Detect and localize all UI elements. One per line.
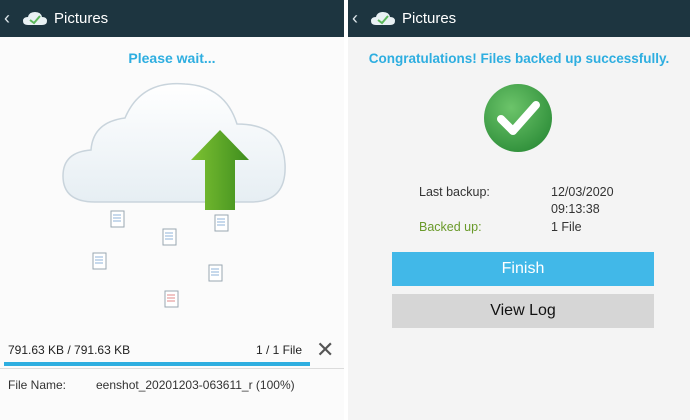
page-title: Pictures (54, 10, 109, 27)
success-heading: Congratulations! Files backed up success… (368, 51, 670, 66)
last-backup-label: Last backup: (419, 185, 490, 199)
cloud-logo-icon (23, 11, 47, 25)
back-chevron-icon[interactable]: ‹ (0, 0, 22, 37)
file-name-value: eenshot_20201203-063611_r (100%) (96, 378, 295, 392)
backed-up-label: Backed up: (419, 220, 482, 234)
last-backup-date: 12/03/2020 (551, 185, 614, 199)
progress-fill (4, 362, 310, 366)
titlebar: ‹ Pictures (0, 0, 344, 37)
finish-button[interactable]: Finish (392, 252, 654, 286)
transfer-status: 791.63 KB / 791.63 KB 1 / 1 File ✕ (0, 339, 344, 361)
file-icon (164, 290, 179, 308)
file-icon (214, 214, 229, 232)
file-icon (92, 252, 107, 270)
view-log-button[interactable]: View Log (392, 294, 654, 328)
success-check-icon (484, 84, 552, 152)
file-name-row: File Name: eenshot_20201203-063611_r (100… (8, 378, 295, 392)
file-name-label: File Name: (8, 378, 67, 392)
file-icon (208, 264, 223, 282)
backup-complete-panel: ‹ Pictures Congratulations! Files backed… (348, 0, 690, 420)
please-wait-heading: Please wait... (128, 50, 216, 66)
progress-bar (4, 362, 310, 366)
back-chevron-icon[interactable]: ‹ (348, 0, 370, 37)
divider (0, 368, 344, 369)
cloud-logo-icon (371, 11, 395, 25)
transfer-size: 791.63 KB / 791.63 KB (8, 343, 131, 357)
cloud-upload-icon (62, 82, 286, 210)
titlebar: ‹ Pictures (348, 0, 690, 37)
file-count: 1 / 1 File (256, 343, 303, 357)
last-backup-time: 09:13:38 (551, 202, 600, 216)
backup-progress-panel: ‹ Pictures Please wait... 791.63 KB / 79… (0, 0, 344, 420)
close-icon[interactable]: ✕ (316, 339, 334, 361)
backed-up-value: 1 File (551, 220, 582, 234)
page-title: Pictures (402, 10, 457, 27)
file-icon (110, 210, 125, 228)
file-icon (162, 228, 177, 246)
